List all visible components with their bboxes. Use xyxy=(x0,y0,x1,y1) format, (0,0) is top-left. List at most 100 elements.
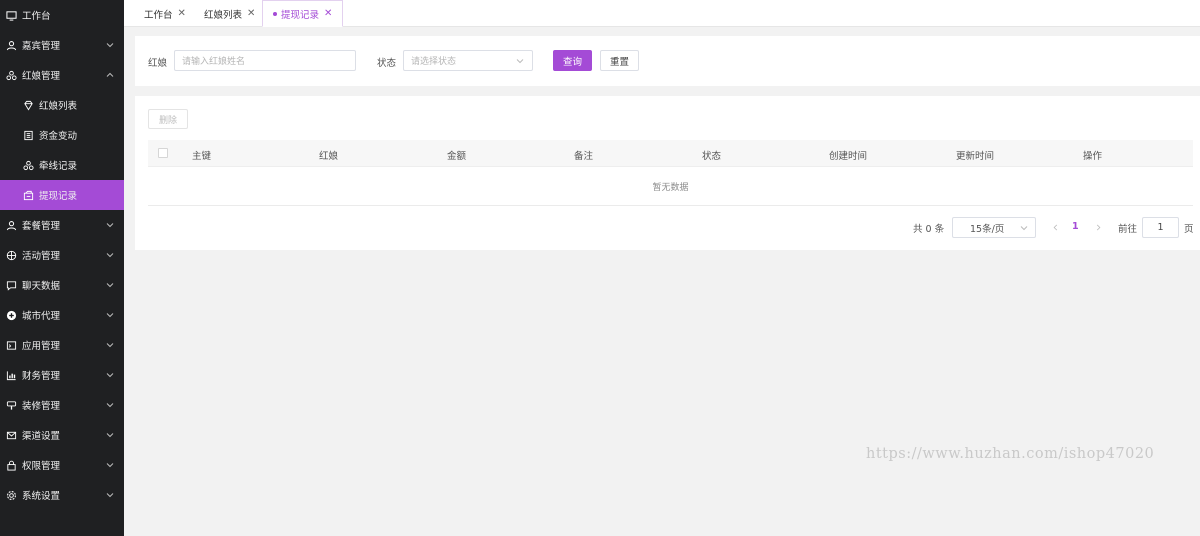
column-header: 主键 xyxy=(192,151,212,162)
tab-workbench[interactable]: 工作台 ✕ xyxy=(134,0,196,27)
status-select[interactable]: 请选择状态 xyxy=(403,50,533,71)
tab-bar: 工作台 ✕ 红娘列表 ✕ 提现记录 ✕ xyxy=(124,0,1200,27)
chevron-left-icon xyxy=(1053,224,1057,230)
close-icon[interactable]: ✕ xyxy=(178,8,186,19)
sidebar-item-label: 活动管理 xyxy=(22,251,61,262)
page-suffix: 页 xyxy=(1184,224,1194,235)
query-button[interactable]: 查询 xyxy=(553,50,592,71)
sidebar-item-label: 牵线记录 xyxy=(39,161,78,172)
sidebar-item-label: 应用管理 xyxy=(22,341,61,352)
chevron-down-icon xyxy=(515,56,524,65)
tab-label: 工作台 xyxy=(144,9,173,21)
sidebar-item-apps[interactable]: 应用管理 xyxy=(0,330,124,360)
goto-label: 前往 xyxy=(1118,224,1138,235)
active-dot-icon xyxy=(273,11,277,16)
gem-icon xyxy=(22,99,34,111)
page-size-select[interactable]: 15条/页 xyxy=(952,217,1036,238)
chevron-down-icon xyxy=(104,399,116,411)
sidebar: 工作台 嘉宾管理 红娘管理 红娘列表 资金变动 牵线记录 提现记录 套餐管理 活… xyxy=(0,0,124,536)
sidebar-item-activities[interactable]: 活动管理 xyxy=(0,240,124,270)
matchmaker-label: 红娘 xyxy=(148,58,168,69)
chevron-down-icon xyxy=(104,219,116,231)
ledger-icon xyxy=(22,129,34,141)
sidebar-item-withdrawal-records[interactable]: 提现记录 xyxy=(0,180,124,210)
sidebar-item-matchmakers[interactable]: 红娘管理 xyxy=(0,60,124,90)
page-size-value: 15条/页 xyxy=(970,223,1005,235)
sidebar-item-channels[interactable]: 渠道设置 xyxy=(0,420,124,450)
sidebar-item-fund-changes[interactable]: 资金变动 xyxy=(0,120,124,150)
search-panel: 红娘 请输入红娘姓名 状态 请选择状态 查询 重置 xyxy=(135,36,1200,86)
sidebar-item-matchmaker-list[interactable]: 红娘列表 xyxy=(0,90,124,120)
current-page[interactable]: 1 xyxy=(1072,221,1079,232)
prev-page-button[interactable] xyxy=(1050,221,1060,233)
matchmaker-name-input[interactable]: 请输入红娘姓名 xyxy=(174,50,356,71)
next-page-button[interactable] xyxy=(1093,221,1103,233)
add-circle-icon xyxy=(5,309,17,321)
lock-icon xyxy=(5,459,17,471)
sidebar-item-label: 红娘管理 xyxy=(22,71,61,82)
monitor-icon xyxy=(5,9,17,21)
sidebar-item-label: 嘉宾管理 xyxy=(22,41,61,52)
delete-button[interactable]: 删除 xyxy=(148,109,188,129)
chevron-down-icon xyxy=(104,279,116,291)
watermark: https://www.huzhan.com/ishop47020 xyxy=(866,446,1155,462)
sidebar-item-system-settings[interactable]: 系统设置 xyxy=(0,480,124,510)
chart-icon xyxy=(5,369,17,381)
sidebar-item-city-agents[interactable]: 城市代理 xyxy=(0,300,124,330)
total-count: 共 0 条 xyxy=(913,224,945,235)
chevron-down-icon xyxy=(104,459,116,471)
sidebar-item-label: 系统设置 xyxy=(22,491,61,502)
select-all-checkbox[interactable] xyxy=(158,148,168,158)
sidebar-item-packages[interactable]: 套餐管理 xyxy=(0,210,124,240)
sidebar-item-label: 工作台 xyxy=(22,11,51,22)
brush-icon xyxy=(5,399,17,411)
goto-page-input[interactable]: 1 xyxy=(1142,217,1179,238)
column-header: 备注 xyxy=(574,151,594,162)
sidebar-item-decoration[interactable]: 装修管理 xyxy=(0,390,124,420)
tab-label: 红娘列表 xyxy=(204,9,243,21)
chevron-down-icon xyxy=(104,309,116,321)
sidebar-item-workbench[interactable]: 工作台 xyxy=(0,0,124,30)
chevron-up-icon xyxy=(104,69,116,81)
empty-state: 暂无数据 xyxy=(148,167,1193,206)
column-header: 操作 xyxy=(1083,151,1103,162)
sidebar-item-label: 城市代理 xyxy=(22,311,61,322)
chevron-down-icon xyxy=(104,39,116,51)
chat-icon xyxy=(5,279,17,291)
close-icon[interactable]: ✕ xyxy=(324,8,332,19)
sidebar-item-label: 财务管理 xyxy=(22,371,61,382)
chevron-down-icon xyxy=(104,429,116,441)
reset-button[interactable]: 重置 xyxy=(600,50,639,71)
sidebar-item-matching-records[interactable]: 牵线记录 xyxy=(0,150,124,180)
sidebar-item-label: 提现记录 xyxy=(39,191,78,202)
chevron-right-icon xyxy=(1096,224,1100,230)
basketball-icon xyxy=(5,249,17,261)
gear-icon xyxy=(5,489,17,501)
sidebar-item-label: 权限管理 xyxy=(22,461,61,472)
sidebar-item-label: 套餐管理 xyxy=(22,221,61,232)
sidebar-item-label: 红娘列表 xyxy=(39,101,78,112)
select-placeholder: 请选择状态 xyxy=(411,57,457,67)
group-icon xyxy=(5,69,17,81)
sidebar-item-permissions[interactable]: 权限管理 xyxy=(0,450,124,480)
close-icon[interactable]: ✕ xyxy=(247,8,255,19)
mail-icon xyxy=(5,429,17,441)
tab-label: 提现记录 xyxy=(281,9,320,21)
column-header: 创建时间 xyxy=(829,151,868,162)
column-header: 金额 xyxy=(447,151,467,162)
sidebar-item-guests[interactable]: 嘉宾管理 xyxy=(0,30,124,60)
sidebar-item-finance[interactable]: 财务管理 xyxy=(0,360,124,390)
user-icon xyxy=(5,39,17,51)
table-header: 主键 红娘 金额 备注 状态 创建时间 更新时间 操作 xyxy=(148,140,1193,167)
tab-withdrawal-records[interactable]: 提现记录 ✕ xyxy=(262,0,344,27)
tab-matchmaker-list[interactable]: 红娘列表 ✕ xyxy=(194,0,265,27)
sidebar-item-chat-data[interactable]: 聊天数据 xyxy=(0,270,124,300)
status-label: 状态 xyxy=(377,58,397,69)
user-icon xyxy=(5,219,17,231)
chevron-down-icon xyxy=(104,489,116,501)
input-placeholder: 请输入红娘姓名 xyxy=(182,57,246,67)
link-people-icon xyxy=(22,159,34,171)
chevron-down-icon xyxy=(104,369,116,381)
column-header: 红娘 xyxy=(319,151,339,162)
sidebar-item-label: 资金变动 xyxy=(39,131,78,142)
